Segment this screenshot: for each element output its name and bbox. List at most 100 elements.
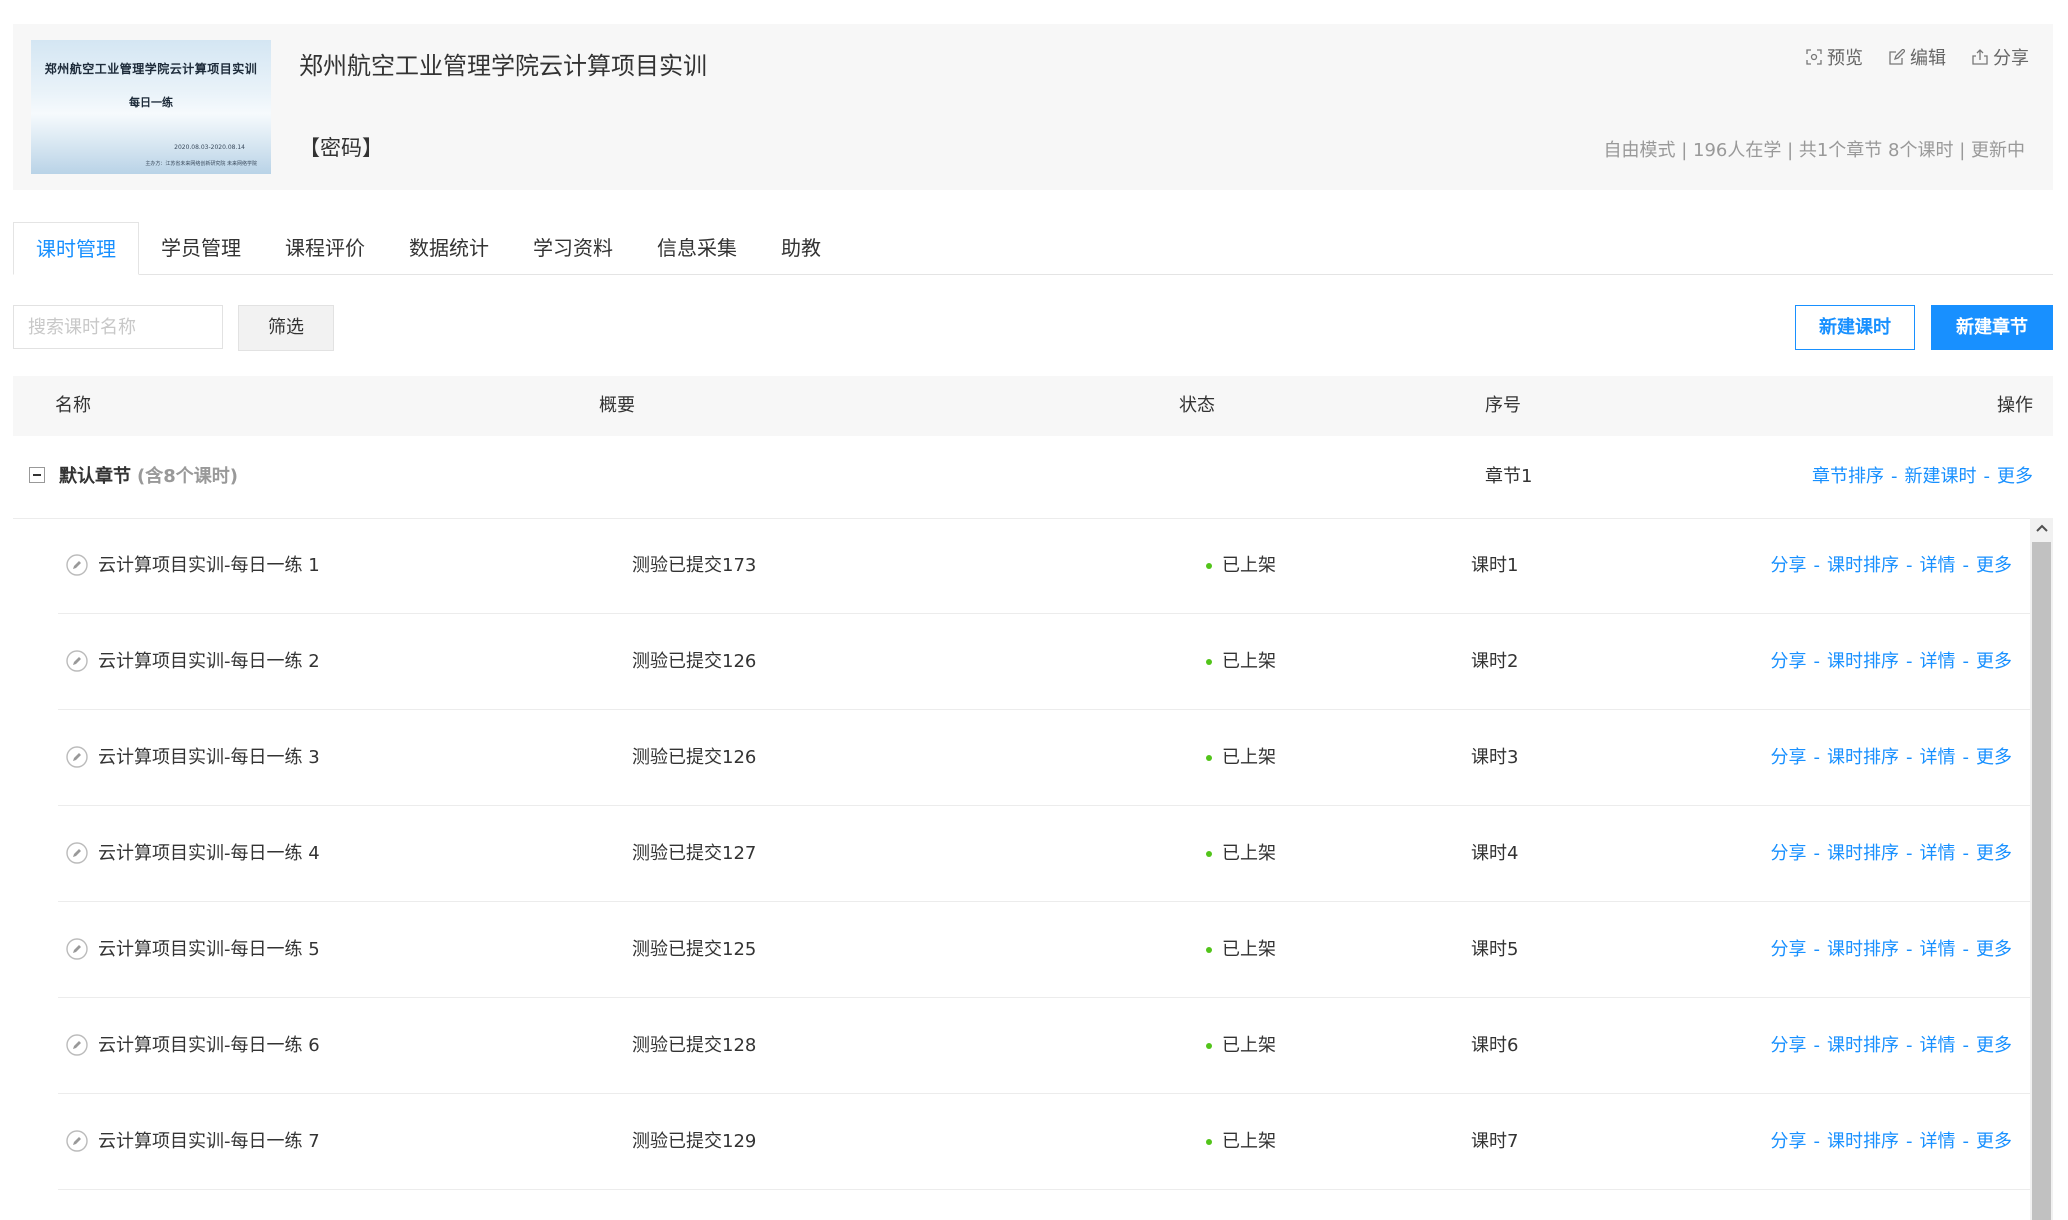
lesson-seq: 课时3 bbox=[1471, 747, 1519, 768]
course-meta: 自由模式 | 196人在学 | 共1个章节 8个课时 | 更新中 bbox=[1603, 140, 2025, 161]
tab-info-collection[interactable]: 信息采集 bbox=[635, 222, 759, 274]
collapse-minus-icon[interactable] bbox=[29, 467, 45, 483]
chevron-up-icon[interactable] bbox=[2030, 518, 2053, 540]
tab-course-evaluation[interactable]: 课程评价 bbox=[263, 222, 387, 274]
table-row: 云计算项目实训-每日一练 6 测验已提交128 已上架 课时6 分享 - 课时排序 -… bbox=[58, 998, 2030, 1094]
lesson-seq: 课时6 bbox=[1471, 1035, 1519, 1056]
status-dot bbox=[1206, 659, 1212, 665]
lesson-sort-link[interactable]: 课时排序 bbox=[1827, 555, 1899, 576]
new-chapter-button[interactable]: 新建章节 bbox=[1931, 305, 2053, 350]
tab-teaching-assistant[interactable]: 助教 bbox=[759, 222, 843, 274]
scrollbar-thumb[interactable] bbox=[2032, 542, 2051, 1220]
lesson-share-link[interactable]: 分享 bbox=[1771, 1131, 1807, 1152]
header-name: 名称 bbox=[55, 395, 91, 416]
lesson-detail-link[interactable]: 详情 bbox=[1920, 939, 1956, 960]
table-header: 名称 概要 状态 序号 操作 bbox=[13, 376, 2053, 436]
cover-date: 2020.08.03-2020.08.14 bbox=[174, 144, 245, 151]
lesson-seq: 课时5 bbox=[1471, 939, 1519, 960]
vertical-scrollbar[interactable] bbox=[2030, 518, 2053, 1220]
pencil-circle-icon bbox=[66, 650, 88, 672]
status-dot bbox=[1206, 947, 1212, 953]
lesson-detail-link[interactable]: 详情 bbox=[1920, 1035, 1956, 1056]
lesson-seq: 课时4 bbox=[1471, 843, 1519, 864]
cover-org: 主办方：江苏省未来网络创新研究院 未来网络学院 bbox=[145, 161, 257, 167]
chapter-sort-link[interactable]: 章节排序 bbox=[1812, 466, 1884, 487]
pencil-circle-icon bbox=[66, 1130, 88, 1152]
chapter-ops: 章节排序 - 新建课时 - 更多 bbox=[1812, 466, 2033, 487]
lesson-share-link[interactable]: 分享 bbox=[1771, 651, 1807, 672]
lesson-share-link[interactable]: 分享 bbox=[1771, 1035, 1807, 1056]
share-button[interactable]: 分享 bbox=[1972, 44, 2029, 70]
lesson-ops: 分享 - 课时排序 - 详情 - 更多 bbox=[1770, 555, 2013, 576]
status-dot bbox=[1206, 1139, 1212, 1145]
table-row: 云计算项目实训-每日一练 2 测验已提交126 已上架 课时2 分享 - 课时排序 -… bbox=[58, 614, 2030, 710]
chapter-more-link[interactable]: 更多 bbox=[1997, 466, 2033, 487]
lesson-seq: 课时2 bbox=[1471, 651, 1519, 672]
tab-learning-materials[interactable]: 学习资料 bbox=[511, 222, 635, 274]
chapter-row: 默认章节 (含8个课时) 章节1 章节排序 - 新建课时 - 更多 bbox=[13, 436, 2053, 519]
tab-student-management[interactable]: 学员管理 bbox=[139, 222, 263, 274]
lesson-share-link[interactable]: 分享 bbox=[1771, 747, 1807, 768]
status-dot bbox=[1206, 1043, 1212, 1049]
lesson-more-link[interactable]: 更多 bbox=[1976, 1131, 2012, 1152]
lesson-more-link[interactable]: 更多 bbox=[1976, 747, 2012, 768]
lesson-summary: 测验已提交127 bbox=[632, 843, 757, 864]
lesson-share-link[interactable]: 分享 bbox=[1771, 843, 1807, 864]
lesson-more-link[interactable]: 更多 bbox=[1976, 555, 2012, 576]
edit-icon bbox=[1889, 49, 1905, 65]
chapter-name: 默认章节 bbox=[59, 466, 131, 487]
table-row: 云计算项目实训-每日一练 7 测验已提交129 已上架 课时7 分享 - 课时排序 -… bbox=[58, 1094, 2030, 1190]
chapter-lesson-count: (含8个课时) bbox=[137, 466, 238, 487]
lesson-sort-link[interactable]: 课时排序 bbox=[1827, 843, 1899, 864]
status-dot bbox=[1206, 563, 1212, 569]
edit-button[interactable]: 编辑 bbox=[1889, 44, 1946, 70]
lesson-name: 云计算项目实训-每日一练 6 bbox=[98, 1035, 320, 1056]
pencil-circle-icon bbox=[66, 842, 88, 864]
tab-data-statistics[interactable]: 数据统计 bbox=[387, 222, 511, 274]
lesson-sort-link[interactable]: 课时排序 bbox=[1827, 1131, 1899, 1152]
lesson-status: 已上架 bbox=[1222, 651, 1276, 672]
lesson-status: 已上架 bbox=[1222, 843, 1276, 864]
cover-subtitle: 每日一练 bbox=[129, 96, 173, 109]
chapter-new-lesson-link[interactable]: 新建课时 bbox=[1905, 466, 1977, 487]
lesson-more-link[interactable]: 更多 bbox=[1976, 1035, 2012, 1056]
lesson-detail-link[interactable]: 详情 bbox=[1920, 843, 1956, 864]
lesson-sort-link[interactable]: 课时排序 bbox=[1827, 939, 1899, 960]
pencil-circle-icon bbox=[66, 746, 88, 768]
lesson-sort-link[interactable]: 课时排序 bbox=[1827, 1035, 1899, 1056]
lesson-summary: 测验已提交126 bbox=[632, 651, 757, 672]
search-input[interactable] bbox=[13, 305, 223, 349]
share-label: 分享 bbox=[1993, 48, 2029, 69]
chapter-seq: 章节1 bbox=[1485, 466, 1533, 487]
lesson-share-link[interactable]: 分享 bbox=[1771, 555, 1807, 576]
lesson-status: 已上架 bbox=[1222, 939, 1276, 960]
lesson-more-link[interactable]: 更多 bbox=[1976, 939, 2012, 960]
lesson-name: 云计算项目实训-每日一练 5 bbox=[98, 939, 320, 960]
tab-lesson-management[interactable]: 课时管理 bbox=[13, 222, 139, 275]
lesson-detail-link[interactable]: 详情 bbox=[1920, 1131, 1956, 1152]
lesson-sort-link[interactable]: 课时排序 bbox=[1827, 747, 1899, 768]
lesson-seq: 课时7 bbox=[1471, 1131, 1519, 1152]
table-row: 云计算项目实训-每日一练 5 测验已提交125 已上架 课时5 分享 - 课时排序 -… bbox=[58, 902, 2030, 998]
lesson-share-link[interactable]: 分享 bbox=[1771, 939, 1807, 960]
lesson-detail-link[interactable]: 详情 bbox=[1920, 651, 1956, 672]
lesson-name: 云计算项目实训-每日一练 4 bbox=[98, 843, 320, 864]
course-header: 郑州航空工业管理学院云计算项目实训 每日一练 2020.08.03-2020.0… bbox=[13, 24, 2053, 190]
lesson-summary: 测验已提交128 bbox=[632, 1035, 757, 1056]
pencil-circle-icon bbox=[66, 1034, 88, 1056]
lesson-sort-link[interactable]: 课时排序 bbox=[1827, 651, 1899, 672]
lesson-detail-link[interactable]: 详情 bbox=[1920, 555, 1956, 576]
table-row: 云计算项目实训-每日一练 4 测验已提交127 已上架 课时4 分享 - 课时排序 -… bbox=[58, 806, 2030, 902]
course-cover-image: 郑州航空工业管理学院云计算项目实训 每日一练 2020.08.03-2020.0… bbox=[31, 40, 271, 174]
lesson-more-link[interactable]: 更多 bbox=[1976, 651, 2012, 672]
lesson-detail-link[interactable]: 详情 bbox=[1920, 747, 1956, 768]
lesson-more-link[interactable]: 更多 bbox=[1976, 843, 2012, 864]
course-title: 郑州航空工业管理学院云计算项目实训 bbox=[299, 52, 707, 80]
lesson-status: 已上架 bbox=[1222, 555, 1276, 576]
new-lesson-button[interactable]: 新建课时 bbox=[1795, 305, 1915, 350]
lesson-ops: 分享 - 课时排序 - 详情 - 更多 bbox=[1770, 843, 2013, 864]
tab-bar: 课时管理 学员管理 课程评价 数据统计 学习资料 信息采集 助教 bbox=[13, 222, 2053, 275]
filter-button[interactable]: 筛选 bbox=[238, 305, 334, 351]
preview-button[interactable]: 预览 bbox=[1806, 44, 1863, 70]
lesson-ops: 分享 - 课时排序 - 详情 - 更多 bbox=[1770, 651, 2013, 672]
